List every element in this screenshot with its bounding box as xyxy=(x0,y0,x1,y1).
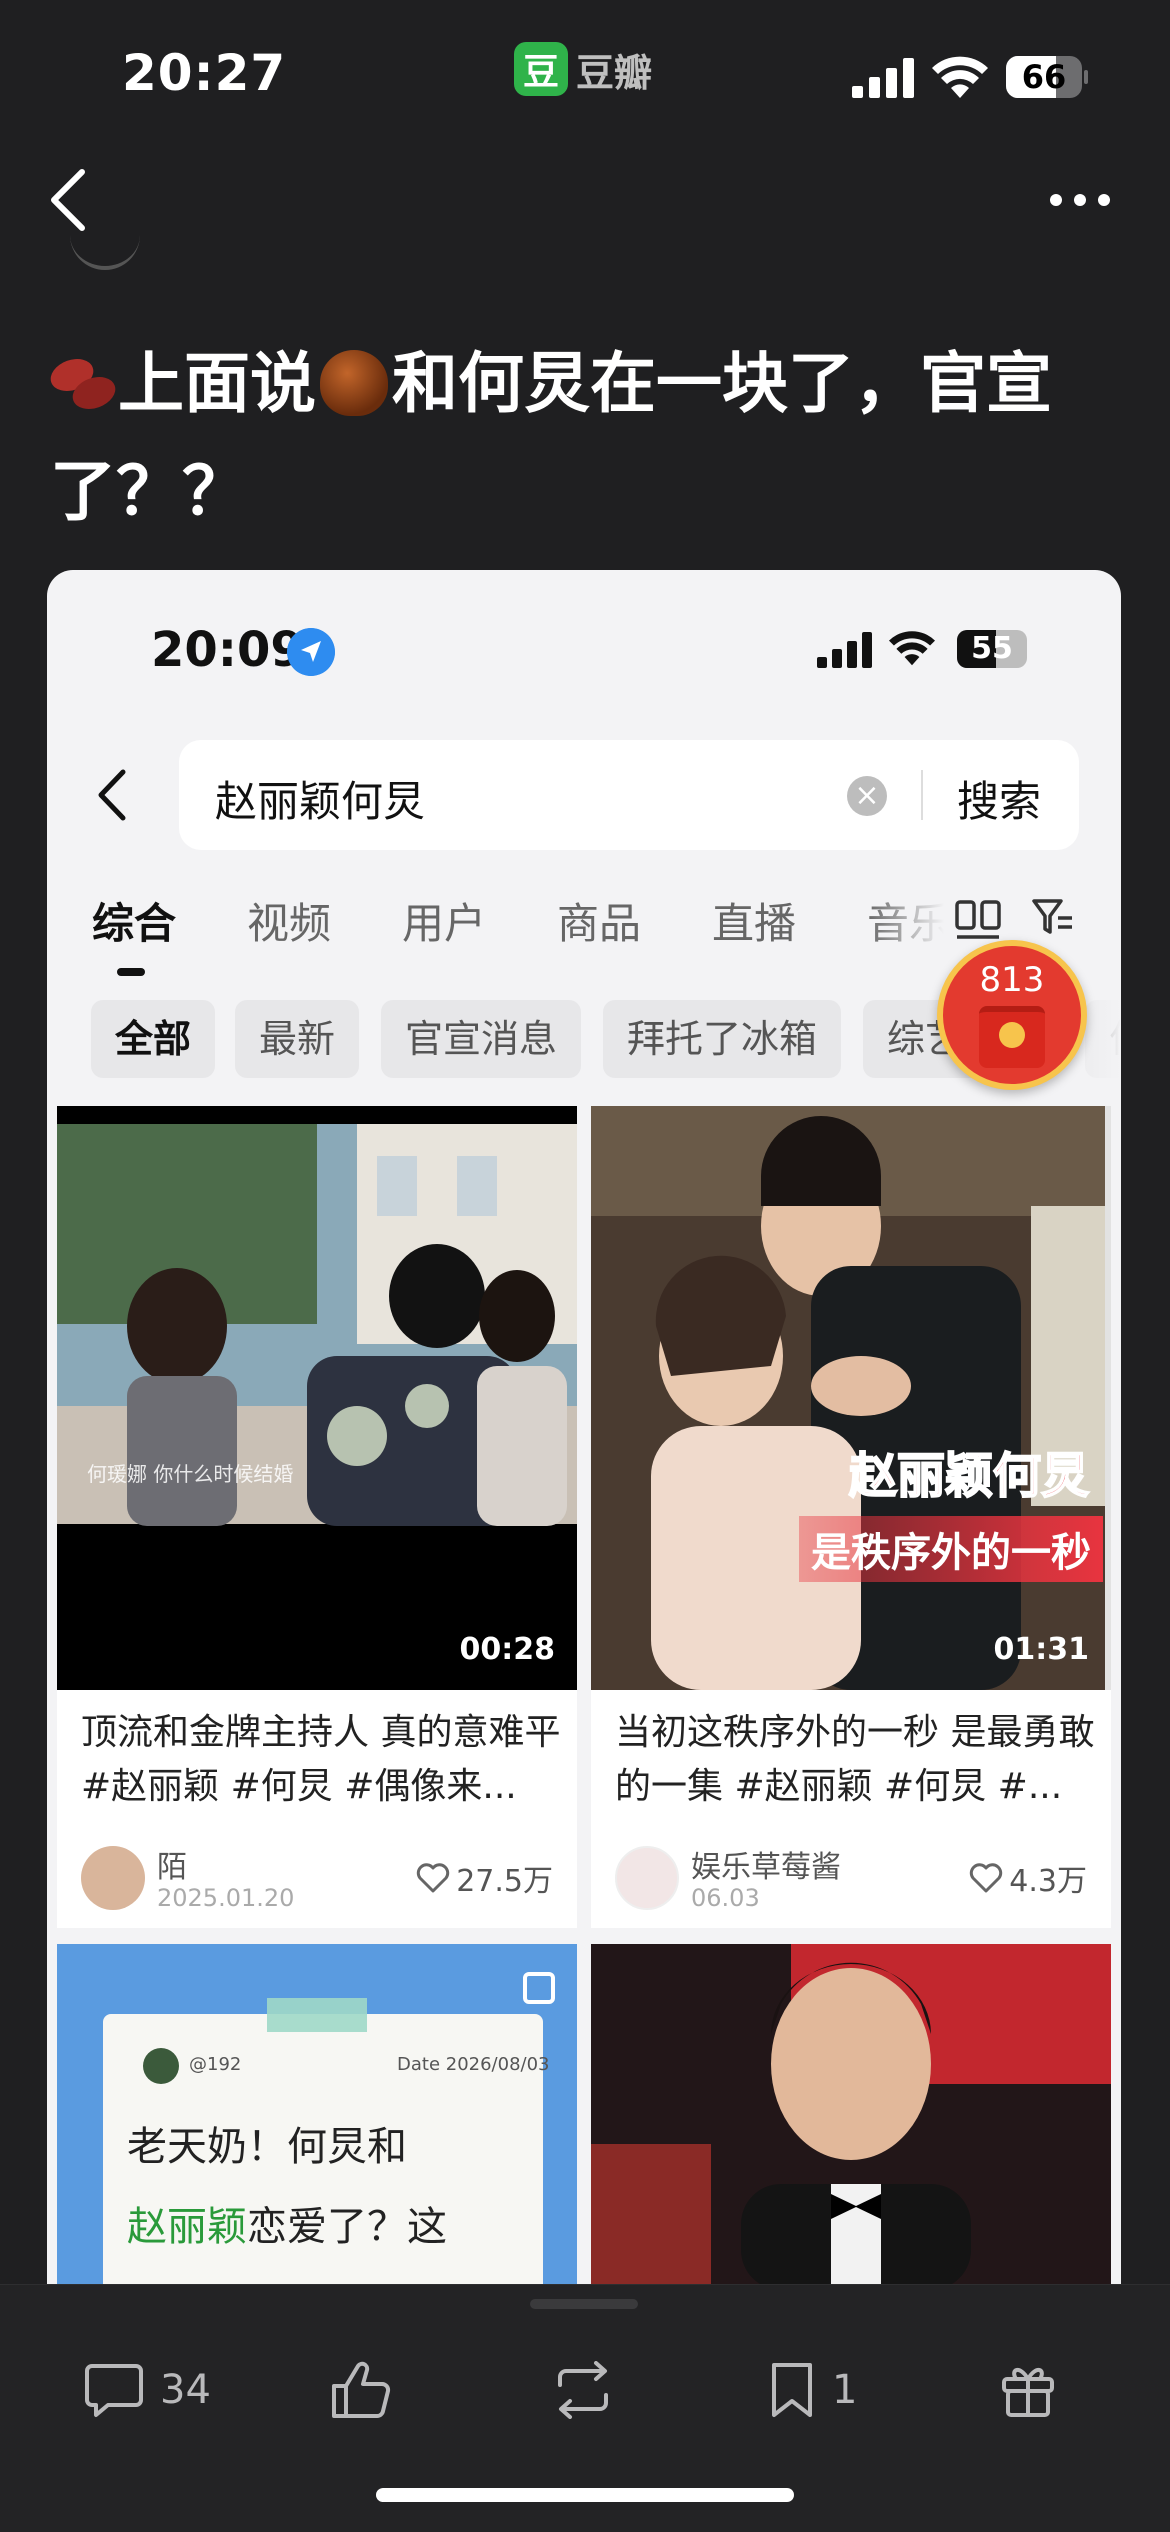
note-handle: @192 xyxy=(189,2054,242,2075)
video-duration: 01:31 xyxy=(993,1632,1090,1667)
battery-percent: 66 xyxy=(1021,58,1067,96)
clear-search-icon[interactable]: × xyxy=(847,776,887,816)
status-time: 20:27 xyxy=(122,44,287,102)
comment-count: 34 xyxy=(160,2367,211,2413)
video-caption-line2: 是秩序外的一秒 xyxy=(799,1516,1103,1582)
avatar[interactable] xyxy=(81,1846,145,1910)
note-date: Date 2026/08/03 xyxy=(397,2054,550,2075)
video-thumbnail xyxy=(57,1106,577,1690)
douban-logo-icon: 豆 xyxy=(514,42,568,96)
search-input[interactable]: 赵丽颖何炅 xyxy=(215,768,425,829)
search-bar[interactable]: 赵丽颖何炅 × 搜索 xyxy=(179,740,1079,850)
search-divider xyxy=(921,770,923,820)
back-button[interactable] xyxy=(40,160,100,240)
tab-users[interactable]: 用户 xyxy=(402,890,486,951)
home-indicator[interactable] xyxy=(376,2488,794,2502)
video-thumbnail xyxy=(591,1106,1111,1690)
gift-icon xyxy=(1002,2368,1054,2417)
red-packet-button[interactable]: 813 xyxy=(937,940,1087,1090)
post-title-part1: 上面说 xyxy=(118,345,316,422)
status-bar: 20:27 豆 豆瓣 66 xyxy=(0,0,1170,150)
cellular-signal-icon xyxy=(852,58,914,98)
card-author[interactable]: 娱乐草莓酱 xyxy=(691,1842,841,1886)
result-card[interactable] xyxy=(591,1944,1111,2290)
bookmark-icon xyxy=(772,2363,812,2417)
video-duration: 00:28 xyxy=(459,1632,556,1667)
tab-comprehensive[interactable]: 综合 xyxy=(92,890,176,951)
red-packet-count: 813 xyxy=(979,960,1045,1000)
result-card[interactable]: @192 Date 2026/08/03 老天奶！何炅和 赵丽颖恋爱了？这 xyxy=(57,1944,577,2290)
search-button[interactable]: 搜索 xyxy=(957,768,1041,829)
battery-indicator: 66 xyxy=(1006,56,1088,98)
post-image-screenshot[interactable]: 20:09 55 赵丽颖何炅 × 搜索 综合 视频 用户 商品 直播 音乐 xyxy=(47,570,1121,2290)
card-date: 2025.01.20 xyxy=(157,1884,295,1912)
card-author[interactable]: 陌 xyxy=(157,1842,187,1886)
layout-toggle-icon[interactable] xyxy=(955,900,1001,940)
avatar[interactable] xyxy=(615,1846,679,1910)
repost-button[interactable] xyxy=(550,2355,616,2425)
thumbs-up-icon xyxy=(332,2361,391,2418)
chevron-left-icon xyxy=(51,169,85,231)
screenshot-wifi-icon xyxy=(889,631,935,666)
card-title: 当初这秩序外的一秒 是最勇敢的一集 #赵丽颖 #何炅 #... xyxy=(615,1712,1095,1807)
result-card[interactable]: 赵丽颖何炅 是秩序外的一秒 01:31 当初这秩序外的一秒 是最勇敢的一集 #赵… xyxy=(591,1106,1111,1928)
drag-handle[interactable] xyxy=(530,2299,638,2309)
location-arrow-icon xyxy=(287,628,335,676)
video-caption-line1: 赵丽颖何炅 xyxy=(848,1447,1090,1505)
video-caption-overlay: 何瑗娜 你什么时候结婚 xyxy=(87,1462,294,1486)
screenshot-battery-indicator: 55 xyxy=(957,630,1033,668)
like-count: 27.5万 xyxy=(456,1864,553,1899)
screenshot-signal-icon xyxy=(817,632,872,668)
tab-live[interactable]: 直播 xyxy=(712,890,796,951)
filter-icon[interactable] xyxy=(1031,896,1075,940)
comment-button[interactable]: 34 xyxy=(84,2355,211,2425)
video-thumbnail xyxy=(591,1944,1111,2290)
chestnut-emoji-icon xyxy=(320,350,388,416)
source-app-name: 豆瓣 xyxy=(576,50,653,95)
author-avatar-peek[interactable] xyxy=(70,230,140,270)
tab-video[interactable]: 视频 xyxy=(247,890,331,951)
search-tabs: 综合 视频 用户 商品 直播 音乐 xyxy=(92,890,992,960)
card-date: 06.03 xyxy=(691,1884,760,1912)
chip-latest[interactable]: 最新 xyxy=(235,1000,360,1078)
screenshot-status-time: 20:09 xyxy=(151,622,304,678)
note-line1: 老天奶！何炅和 xyxy=(127,2124,407,2170)
more-options-button[interactable] xyxy=(1040,180,1120,220)
post-title: 上面说 和何炅在一块了，官宣了？？ xyxy=(46,330,1130,546)
screenshot-back-button[interactable] xyxy=(87,760,137,830)
heart-icon xyxy=(970,1863,1003,1893)
wifi-icon xyxy=(932,56,988,98)
chip-please-fridge[interactable]: 拜托了冰箱 xyxy=(603,1000,842,1078)
bookmark-button[interactable]: 1 xyxy=(768,2355,857,2425)
screenshot-battery-percent: 55 xyxy=(971,631,1013,666)
heart-icon xyxy=(417,1863,450,1893)
like-button[interactable]: 27.5万 xyxy=(416,1856,553,1900)
bookmark-count: 1 xyxy=(832,2367,858,2413)
chip-official-news[interactable]: 官宣消息 xyxy=(381,1000,582,1078)
source-app-indicator[interactable]: 豆 豆瓣 xyxy=(514,42,652,96)
like-count: 4.3万 xyxy=(1009,1864,1087,1899)
note-line2: 赵丽颖恋爱了？这 xyxy=(127,2194,447,2252)
multi-image-icon xyxy=(523,1972,555,2004)
note-line2-rest: 恋爱了？这 xyxy=(247,2204,447,2250)
chip-all[interactable]: 全部 xyxy=(91,1000,216,1078)
card-title: 顶流和金牌主持人 真的意难平#赵丽颖 #何炅 #偶像来... xyxy=(81,1712,561,1807)
tab-products[interactable]: 商品 xyxy=(557,890,641,951)
active-tab-indicator xyxy=(117,968,145,976)
note-line2-highlight: 赵丽颖 xyxy=(127,2204,247,2250)
ellipsis-icon xyxy=(1050,194,1062,206)
like-button[interactable]: 4.3万 xyxy=(969,1856,1087,1900)
red-bean-emoji-icon xyxy=(46,353,120,415)
like-post-button[interactable] xyxy=(330,2355,392,2425)
repost-icon xyxy=(558,2361,608,2419)
gift-button[interactable] xyxy=(1000,2355,1056,2425)
chevron-left-icon xyxy=(98,769,126,821)
result-card[interactable]: 何瑗娜 你什么时候结婚 00:28 顶流和金牌主持人 真的意难平#赵丽颖 #何炅… xyxy=(57,1106,577,1928)
comment-icon xyxy=(85,2364,143,2417)
